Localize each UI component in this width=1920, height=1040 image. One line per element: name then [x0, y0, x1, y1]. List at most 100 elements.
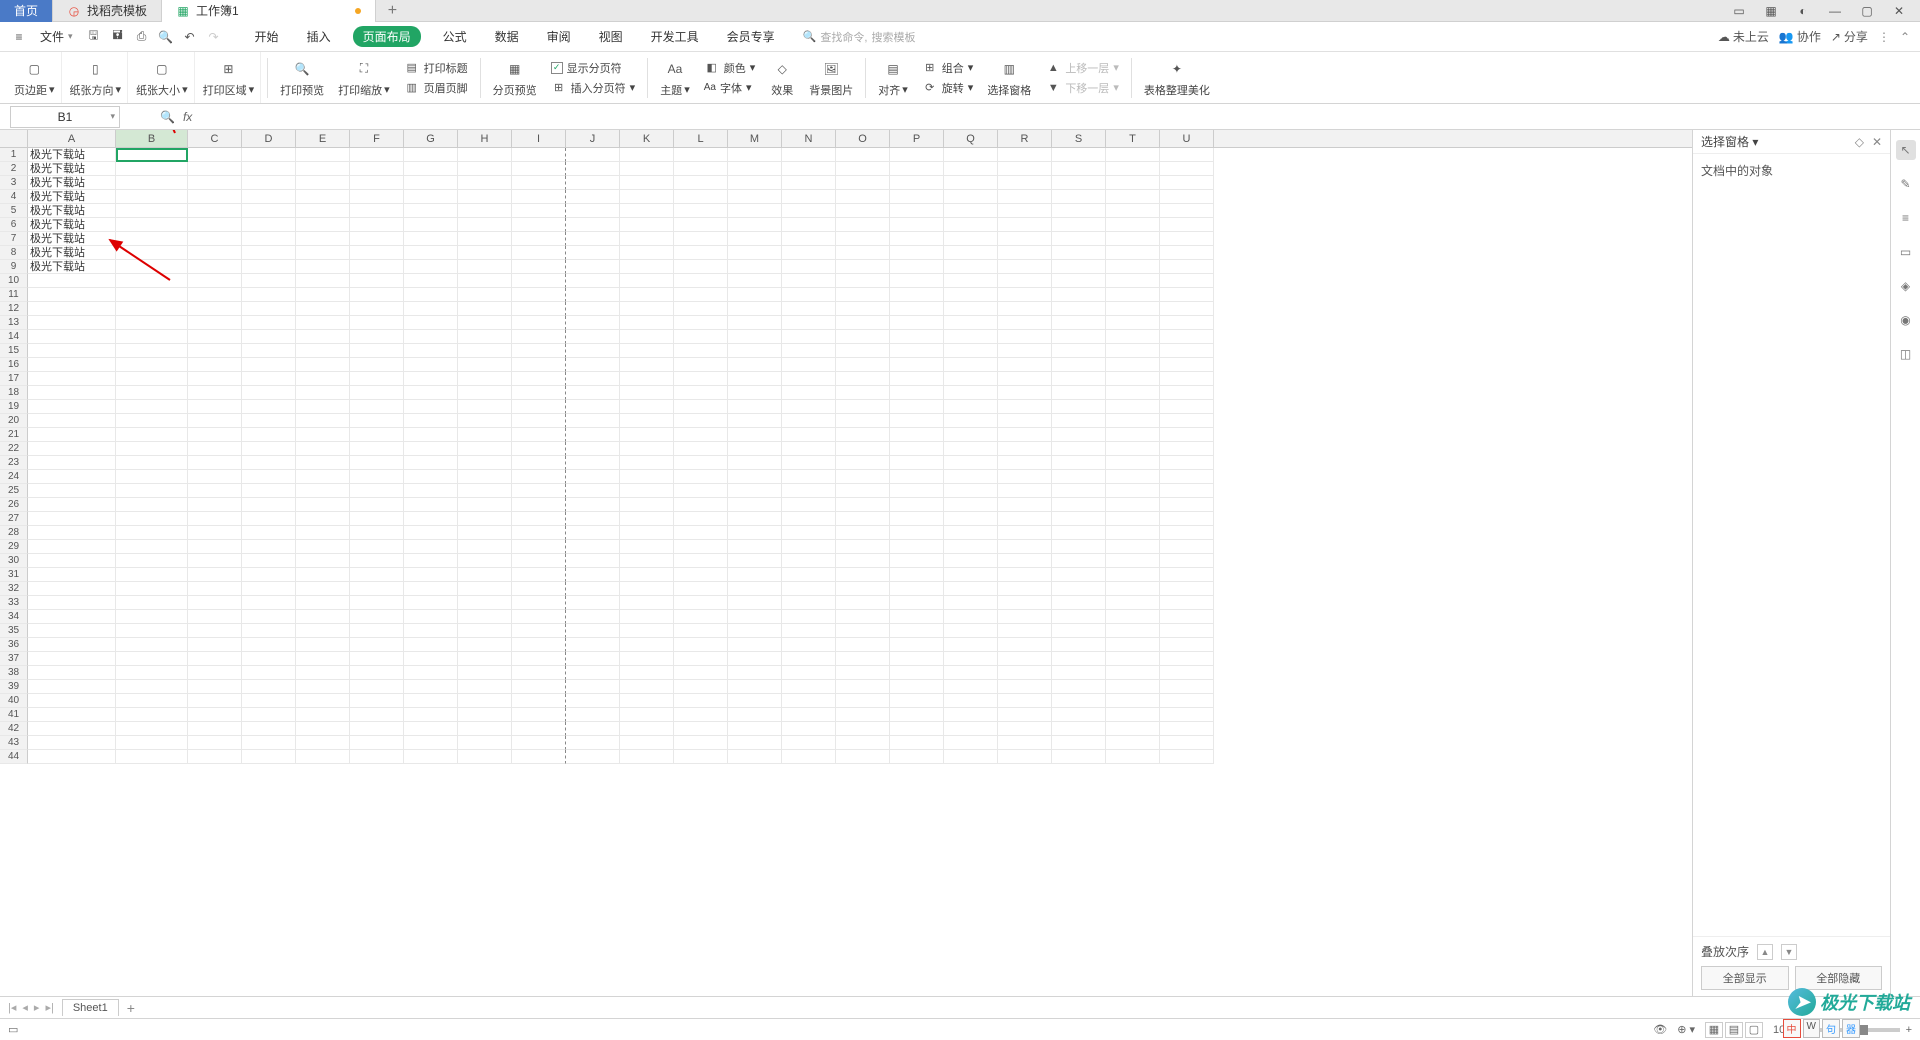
cell[interactable] — [404, 484, 458, 498]
cell[interactable] — [998, 722, 1052, 736]
cell[interactable] — [1106, 540, 1160, 554]
cell[interactable] — [1052, 596, 1106, 610]
cell[interactable] — [1106, 512, 1160, 526]
col-header-D[interactable]: D — [242, 130, 296, 147]
cell[interactable] — [242, 428, 296, 442]
cell[interactable] — [458, 722, 512, 736]
cell[interactable] — [1160, 358, 1214, 372]
cell[interactable] — [350, 358, 404, 372]
cell[interactable] — [566, 260, 620, 274]
cell[interactable] — [566, 302, 620, 316]
cell[interactable] — [836, 694, 890, 708]
cell[interactable] — [998, 428, 1052, 442]
cell[interactable] — [890, 218, 944, 232]
row-header[interactable]: 6 — [0, 218, 28, 232]
cell[interactable] — [782, 750, 836, 764]
cell[interactable] — [620, 470, 674, 484]
cell[interactable] — [998, 218, 1052, 232]
cell[interactable] — [404, 344, 458, 358]
cell[interactable] — [836, 414, 890, 428]
cell[interactable] — [674, 694, 728, 708]
cell[interactable] — [728, 722, 782, 736]
cell[interactable] — [620, 316, 674, 330]
cell[interactable] — [28, 288, 116, 302]
cell[interactable] — [404, 568, 458, 582]
cell[interactable] — [242, 386, 296, 400]
cell[interactable] — [458, 274, 512, 288]
cell[interactable] — [116, 596, 188, 610]
cell[interactable] — [1160, 246, 1214, 260]
cell[interactable] — [1106, 750, 1160, 764]
cell[interactable] — [998, 526, 1052, 540]
cell[interactable] — [944, 442, 998, 456]
cell[interactable] — [28, 582, 116, 596]
col-header-I[interactable]: I — [512, 130, 566, 147]
sheet-nav-next[interactable]: ▸ — [34, 1001, 40, 1014]
row-header[interactable]: 26 — [0, 498, 28, 512]
cell[interactable] — [728, 246, 782, 260]
cell[interactable] — [566, 750, 620, 764]
cell[interactable] — [566, 736, 620, 750]
cell[interactable]: 极光下载站 — [28, 204, 116, 218]
cell[interactable] — [404, 302, 458, 316]
cell[interactable] — [782, 176, 836, 190]
cell[interactable] — [998, 512, 1052, 526]
cell[interactable] — [296, 666, 350, 680]
cell[interactable] — [890, 722, 944, 736]
cell[interactable] — [944, 330, 998, 344]
cell[interactable] — [836, 400, 890, 414]
cell[interactable] — [296, 568, 350, 582]
cell[interactable] — [116, 708, 188, 722]
horizontal-scrollbar[interactable] — [163, 1002, 1912, 1014]
cell[interactable] — [728, 596, 782, 610]
cell[interactable] — [836, 652, 890, 666]
row-header[interactable]: 31 — [0, 568, 28, 582]
cell[interactable] — [188, 176, 242, 190]
cell[interactable] — [728, 400, 782, 414]
cell[interactable] — [350, 638, 404, 652]
cell[interactable] — [350, 470, 404, 484]
cell[interactable] — [566, 722, 620, 736]
cell[interactable] — [728, 470, 782, 484]
row-header[interactable]: 41 — [0, 708, 28, 722]
cell[interactable] — [512, 722, 566, 736]
cell[interactable] — [944, 414, 998, 428]
cell[interactable] — [188, 596, 242, 610]
cell[interactable] — [998, 176, 1052, 190]
cell[interactable] — [1052, 232, 1106, 246]
cell[interactable] — [728, 750, 782, 764]
ime-bar[interactable]: 中 W 句 器 — [1783, 1019, 1860, 1038]
cell[interactable] — [998, 680, 1052, 694]
cell[interactable] — [1052, 288, 1106, 302]
eye-icon[interactable]: 👁 — [1653, 1023, 1667, 1036]
cell[interactable] — [1106, 666, 1160, 680]
cell[interactable] — [1160, 722, 1214, 736]
cell[interactable] — [242, 372, 296, 386]
cell[interactable] — [458, 526, 512, 540]
cell[interactable] — [674, 344, 728, 358]
cell[interactable] — [242, 596, 296, 610]
backup-tool-icon[interactable]: ◫ — [1896, 344, 1916, 364]
row-header[interactable]: 39 — [0, 680, 28, 694]
cell[interactable] — [1160, 470, 1214, 484]
cell[interactable] — [116, 302, 188, 316]
cell[interactable] — [782, 456, 836, 470]
rg-theme[interactable]: Aa主题 ▾ — [654, 52, 696, 103]
cell[interactable] — [116, 330, 188, 344]
save-icon[interactable]: 🖫 — [85, 28, 103, 46]
cell[interactable] — [944, 302, 998, 316]
ribbon-tab-view[interactable]: 视图 — [593, 26, 629, 47]
cell[interactable] — [944, 652, 998, 666]
cell[interactable] — [998, 624, 1052, 638]
cell[interactable] — [782, 162, 836, 176]
cell[interactable] — [1052, 358, 1106, 372]
cell[interactable] — [1160, 680, 1214, 694]
cell[interactable] — [512, 694, 566, 708]
cell[interactable] — [28, 694, 116, 708]
col-header-H[interactable]: H — [458, 130, 512, 147]
cell[interactable] — [566, 638, 620, 652]
cell[interactable] — [350, 582, 404, 596]
cell[interactable] — [620, 484, 674, 498]
cell[interactable] — [242, 316, 296, 330]
cell[interactable] — [620, 302, 674, 316]
